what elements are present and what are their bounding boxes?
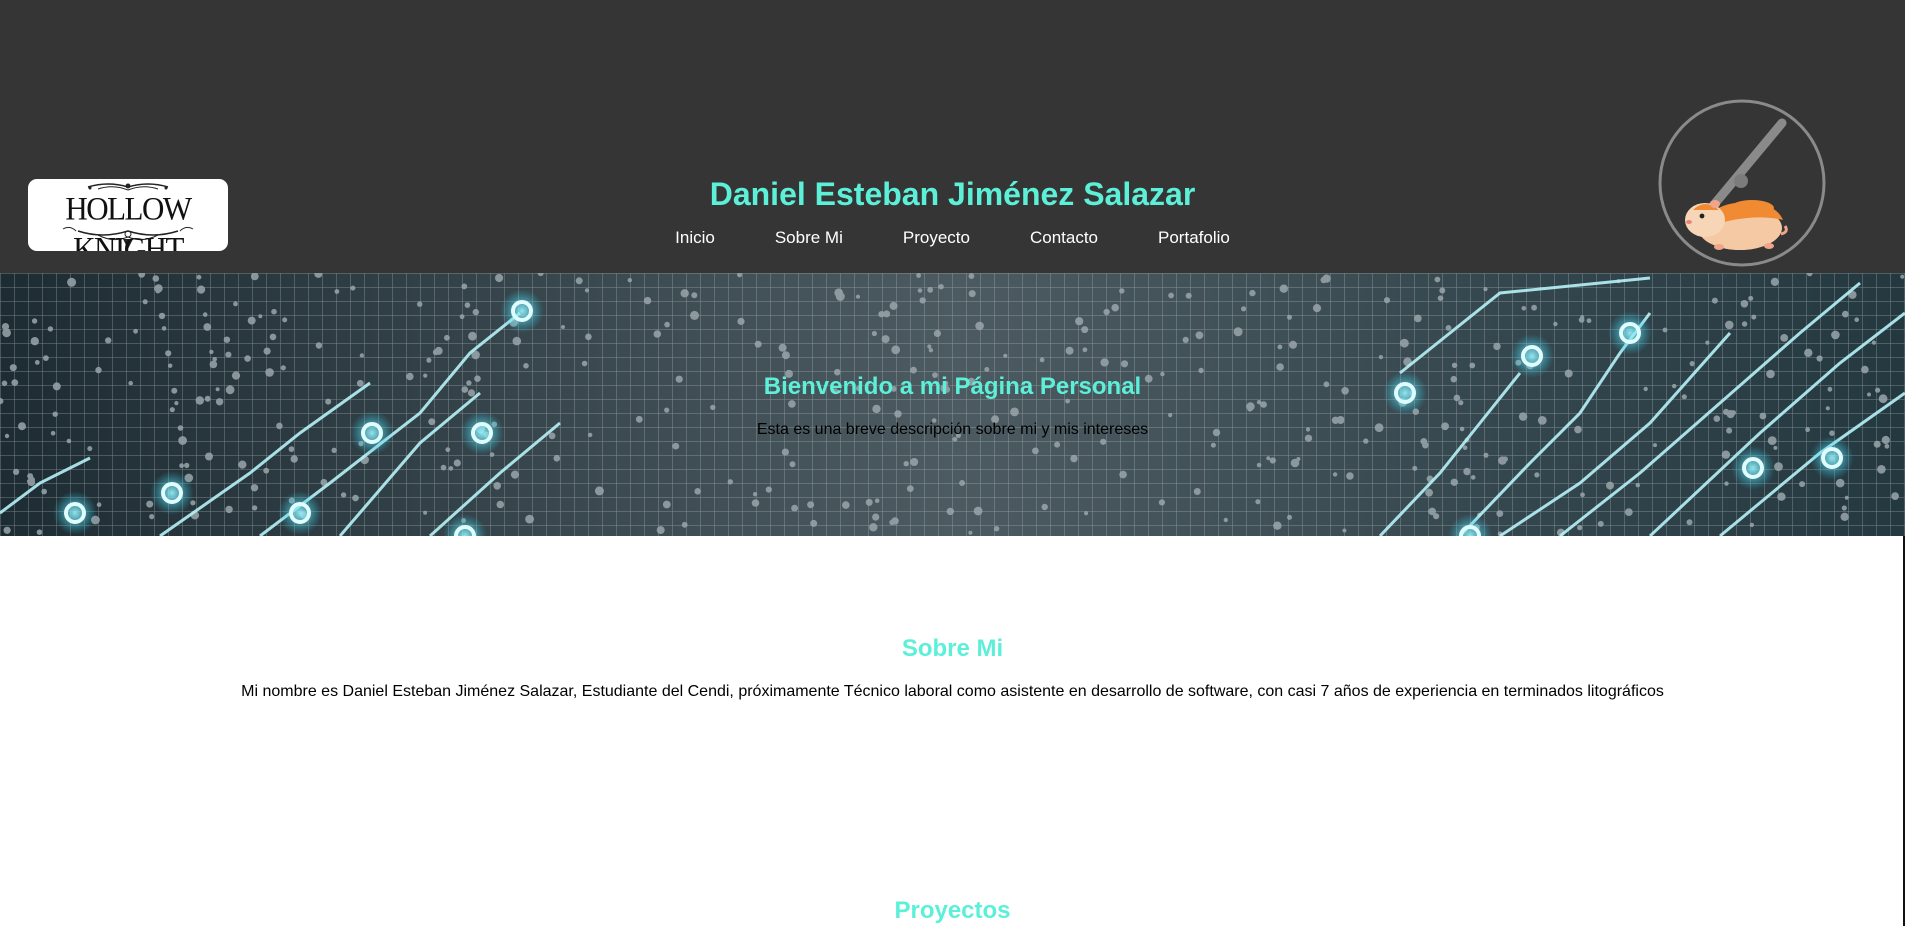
hero-title: Bienvenido a mi Página Personal	[763, 373, 1142, 400]
circuit-board-image	[0, 273, 1905, 536]
nav-link-portafolio[interactable]: Portafolio	[1128, 226, 1260, 250]
avatar[interactable]	[1657, 98, 1827, 268]
nav-link-inicio[interactable]: Inicio	[645, 226, 745, 250]
main-nav: Inicio Sobre Mi Proyecto Contacto Portaf…	[0, 226, 1905, 250]
page: HOLLOW KNIGHT Daniel Esteban Jiménez Sal…	[0, 0, 1905, 926]
projects-title: Proyectos	[894, 897, 1011, 924]
hamster-wheel-icon	[1658, 99, 1826, 267]
nav-link-contacto[interactable]: Contacto	[1000, 226, 1128, 250]
nav-link-proyecto[interactable]: Proyecto	[873, 226, 1000, 250]
about-description: Mi nombre es Daniel Esteban Jiménez Sala…	[241, 683, 1664, 700]
site-header: HOLLOW KNIGHT Daniel Esteban Jiménez Sal…	[0, 0, 1905, 273]
hero-description: Esta es una breve descripción sobre mi y…	[756, 421, 1149, 438]
about-title: Sobre Mi	[901, 635, 1004, 662]
nav-link-sobre-mi[interactable]: Sobre Mi	[745, 226, 873, 250]
hero-banner: Bienvenido a mi Página Personal Esta es …	[0, 273, 1905, 536]
site-title: Daniel Esteban Jiménez Salazar	[709, 176, 1196, 212]
